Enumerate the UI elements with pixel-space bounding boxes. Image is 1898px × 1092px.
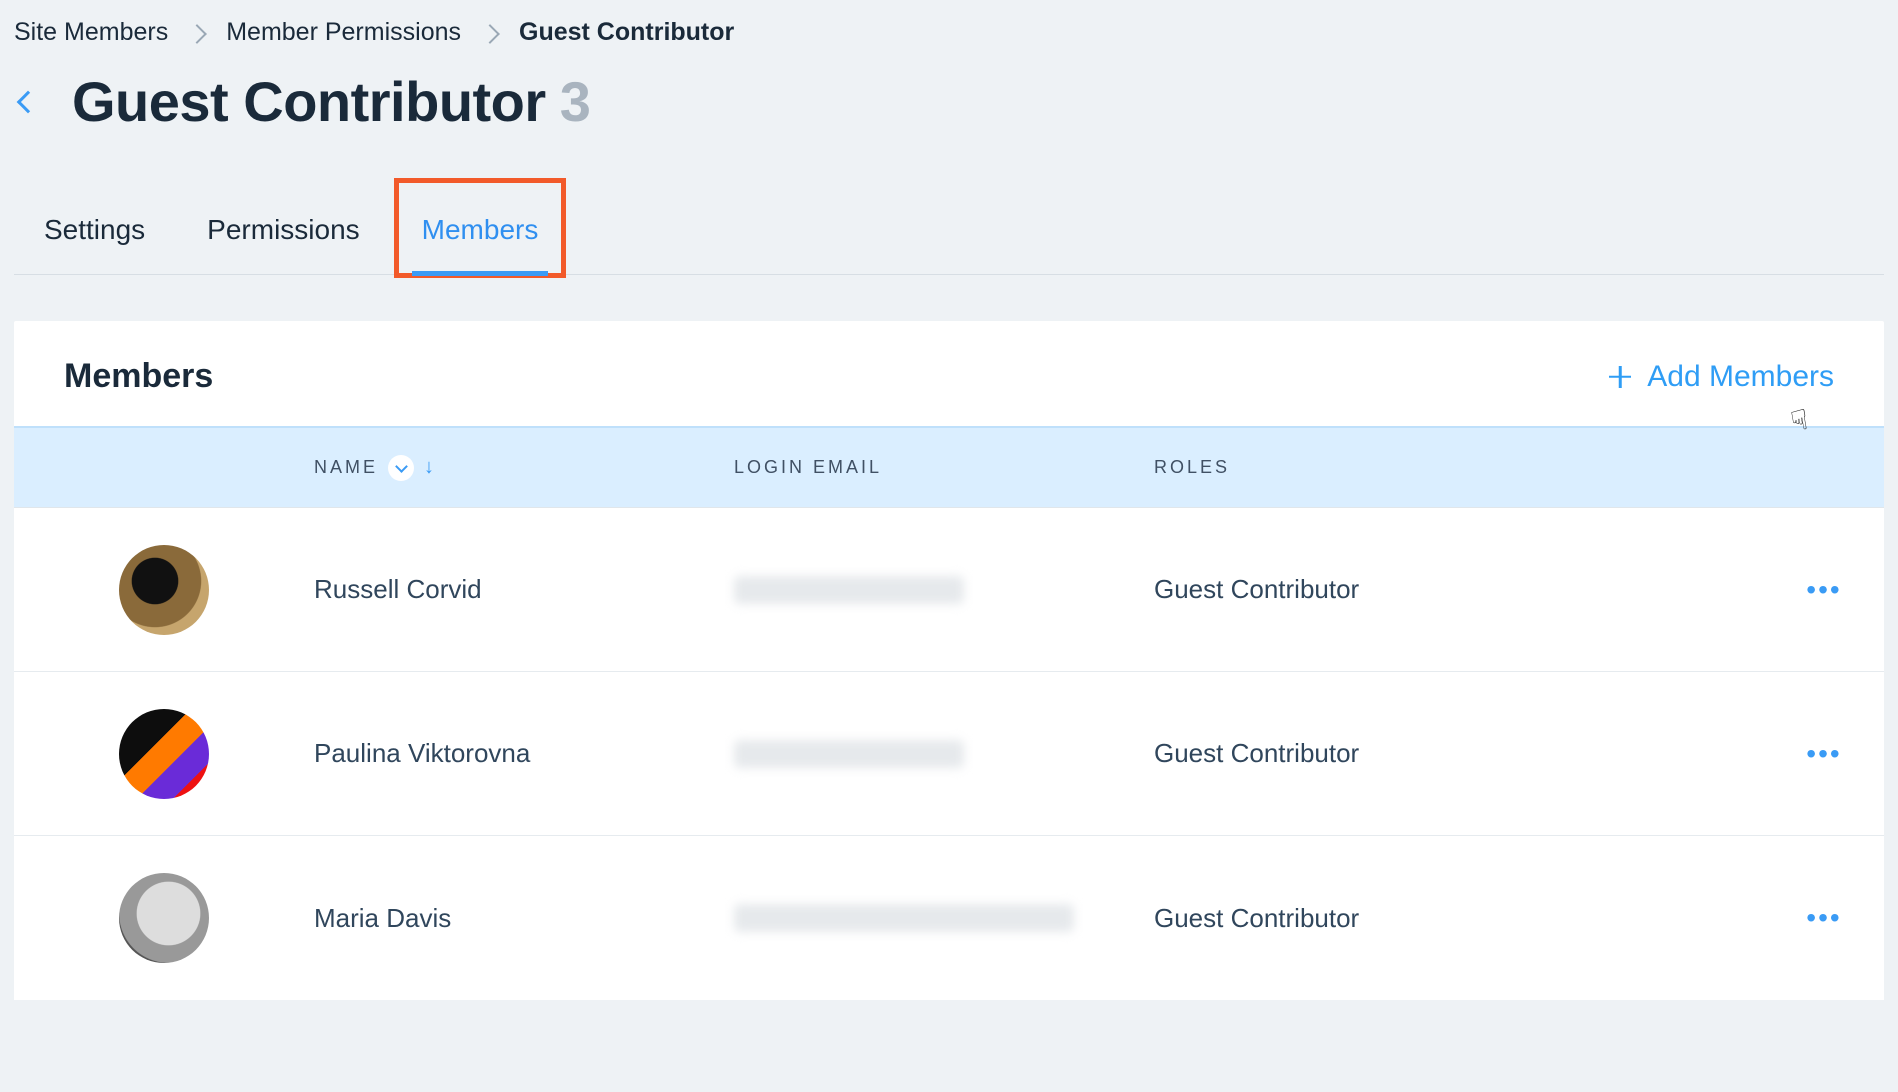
redacted-email: [734, 904, 1074, 932]
avatar[interactable]: [119, 873, 209, 963]
tab-members-label: Members: [422, 214, 539, 245]
row-actions-button[interactable]: •••: [1806, 738, 1841, 769]
card-heading: Members: [64, 357, 213, 396]
avatar[interactable]: [119, 545, 209, 635]
members-card: Members Add Members ☟ NAME ↓ LOGIN EMAIL…: [14, 321, 1884, 1000]
add-members-label: Add Members: [1647, 360, 1834, 394]
tabs: Settings Permissions Members: [14, 204, 1884, 275]
column-header-name[interactable]: NAME ↓: [314, 455, 734, 481]
card-header: Members Add Members ☟: [14, 321, 1884, 426]
tab-permissions[interactable]: Permissions: [203, 204, 363, 274]
sort-toggle-button[interactable]: [388, 455, 414, 481]
page-title-text: Guest Contributor: [72, 69, 546, 134]
table-header: NAME ↓ LOGIN EMAIL ROLES: [14, 426, 1884, 508]
table-row: Paulina Viktorovna Guest Contributor •••: [14, 672, 1884, 836]
breadcrumb: Site Members Member Permissions Guest Co…: [14, 12, 1884, 69]
back-arrow-icon[interactable]: [17, 90, 40, 113]
breadcrumb-current: Guest Contributor: [519, 18, 734, 47]
column-name-label: NAME: [314, 457, 378, 478]
chevron-right-icon: [480, 24, 500, 44]
member-email: [734, 576, 1154, 604]
member-name[interactable]: Maria Davis: [314, 903, 734, 934]
member-name[interactable]: Paulina Viktorovna: [314, 738, 734, 769]
table-row: Maria Davis Guest Contributor •••: [14, 836, 1884, 1000]
table-body: Russell Corvid Guest Contributor ••• Pau…: [14, 508, 1884, 1000]
plus-icon: [1609, 366, 1631, 388]
tab-members[interactable]: Members: [418, 204, 543, 274]
page-title: Guest Contributor 3: [72, 69, 590, 134]
column-header-email[interactable]: LOGIN EMAIL: [734, 457, 1154, 478]
row-actions-button[interactable]: •••: [1806, 574, 1841, 605]
redacted-email: [734, 740, 964, 768]
breadcrumb-site-members[interactable]: Site Members: [14, 18, 168, 47]
member-role: Guest Contributor: [1154, 574, 1764, 605]
tab-settings[interactable]: Settings: [40, 204, 149, 274]
member-email: [734, 904, 1154, 932]
avatar[interactable]: [119, 709, 209, 799]
chevron-down-icon: [395, 460, 408, 473]
breadcrumb-member-permissions[interactable]: Member Permissions: [226, 18, 461, 47]
member-name[interactable]: Russell Corvid: [314, 574, 734, 605]
member-role: Guest Contributor: [1154, 903, 1764, 934]
add-members-button[interactable]: Add Members ☟: [1609, 360, 1834, 394]
member-role: Guest Contributor: [1154, 738, 1764, 769]
column-header-roles[interactable]: ROLES: [1154, 457, 1764, 478]
member-count: 3: [560, 69, 591, 134]
chevron-right-icon: [187, 24, 207, 44]
page-title-row: Guest Contributor 3: [14, 69, 1884, 204]
member-email: [734, 740, 1154, 768]
table-row: Russell Corvid Guest Contributor •••: [14, 508, 1884, 672]
redacted-email: [734, 576, 964, 604]
sort-direction-icon[interactable]: ↓: [424, 456, 437, 479]
row-actions-button[interactable]: •••: [1806, 902, 1841, 933]
